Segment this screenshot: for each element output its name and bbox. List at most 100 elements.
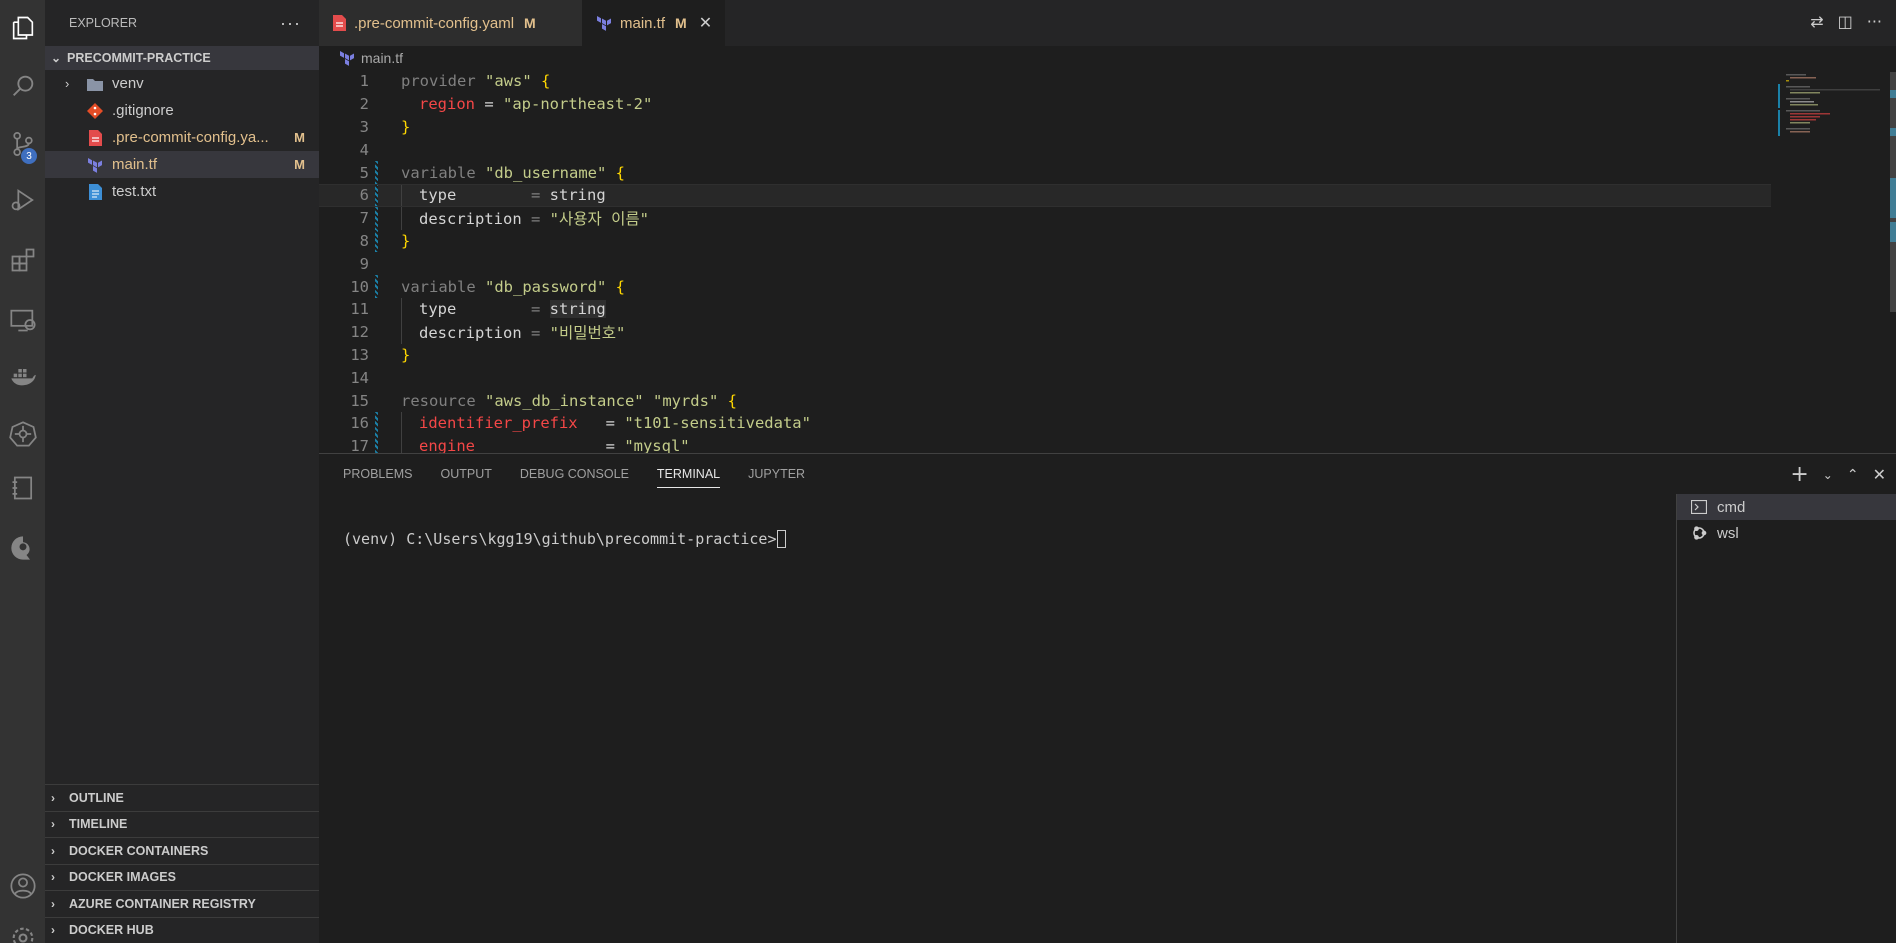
- tab-main-tf[interactable]: main.tf M ✕: [582, 0, 725, 46]
- more-actions-icon[interactable]: ···: [1867, 12, 1882, 31]
- line-number: 4: [359, 140, 369, 159]
- code-line: 13 }: [319, 344, 1769, 367]
- settings-gear-icon[interactable]: [0, 918, 45, 943]
- terminal-item-wsl[interactable]: wsl: [1677, 520, 1896, 546]
- code-line: 17 engine = "mysql": [319, 434, 1769, 453]
- indent-guide: [401, 185, 402, 206]
- explorer-icon[interactable]: [0, 8, 45, 48]
- section-outline[interactable]: › OUTLINE: [45, 784, 319, 811]
- line-number: 14: [350, 368, 369, 387]
- section-docker-hub[interactable]: › DOCKER HUB: [45, 916, 319, 943]
- breadcrumb-file: main.tf: [361, 50, 404, 66]
- bottom-panel: PROBLEMS OUTPUT DEBUG CONSOLE TERMINAL J…: [319, 453, 1896, 943]
- chevron-right-icon: ›: [51, 843, 55, 858]
- open-changes-icon[interactable]: ⇄: [1810, 12, 1823, 31]
- breadcrumb[interactable]: main.tf: [319, 46, 1896, 70]
- string: "myrds": [652, 391, 719, 410]
- tab-jupyter[interactable]: JUPYTER: [748, 454, 805, 494]
- tab-problems[interactable]: PROBLEMS: [343, 454, 412, 494]
- tree-item-test-txt[interactable]: test.txt: [45, 178, 319, 205]
- code-line: 4: [319, 138, 1769, 161]
- tab-debug-console[interactable]: DEBUG CONSOLE: [520, 454, 629, 494]
- tree-item-venv[interactable]: › venv: [45, 70, 319, 97]
- maximize-panel-icon[interactable]: ⌃: [1847, 467, 1859, 483]
- type-value: string: [549, 186, 606, 205]
- panel-actions: + ⌄ ⌃ ✕: [1790, 462, 1886, 487]
- string: "비밀번호": [549, 324, 626, 343]
- tree-item-pre-commit-config[interactable]: .pre-commit-config.ya... M: [45, 124, 319, 151]
- terminal-output[interactable]: (venv) C:\Users\kgg19\github\precommit-p…: [343, 530, 787, 548]
- tab-output[interactable]: OUTPUT: [440, 454, 491, 494]
- string: "mysql": [624, 437, 690, 453]
- extensions-icon[interactable]: [0, 240, 45, 280]
- git-change-marker: [375, 161, 378, 184]
- terminal-list: cmd wsl: [1676, 494, 1896, 943]
- close-panel-icon[interactable]: ✕: [1873, 465, 1886, 484]
- line-number: 11: [350, 300, 369, 319]
- terraform-icon: [87, 157, 103, 173]
- split-editor-icon[interactable]: ◫: [1838, 12, 1853, 31]
- scm-badge: 3: [21, 148, 37, 164]
- sidebar-sections: › OUTLINE › TIMELINE › DOCKER CONTAINERS › D…: [45, 784, 319, 943]
- string: "aws": [485, 72, 532, 91]
- docker-icon[interactable]: [0, 356, 45, 396]
- tree-item-gitignore[interactable]: .gitignore: [45, 97, 319, 124]
- attribute: description: [419, 210, 522, 229]
- indent-guide: [401, 298, 402, 321]
- kubernetes-icon[interactable]: [0, 414, 45, 454]
- tree-item-label: .pre-commit-config.ya...: [112, 129, 269, 146]
- string: "ap-northeast-2": [503, 95, 653, 114]
- line-number: 6: [359, 186, 369, 205]
- chevron-right-icon: ›: [51, 923, 55, 938]
- brace: {: [531, 72, 551, 91]
- code-line: 2 region = "ap-northeast-2": [319, 93, 1769, 116]
- string: "db_password": [485, 277, 607, 296]
- section-docker-containers[interactable]: › DOCKER CONTAINERS: [45, 837, 319, 864]
- tab-terminal[interactable]: TERMINAL: [656, 454, 721, 494]
- code-editor[interactable]: 1 provider "aws" { 2 region = "ap-northe…: [319, 70, 1896, 453]
- line-number: 13: [350, 345, 369, 364]
- section-docker-images[interactable]: › DOCKER IMAGES: [45, 863, 319, 890]
- string: "사용자 이름": [549, 210, 649, 229]
- explorer-sidebar: EXPLORER ··· ⌄ PRECOMMIT-PRACTICE › venv…: [45, 0, 319, 943]
- chevron-right-icon: ›: [65, 76, 70, 91]
- tree-item-label: main.tf: [112, 156, 158, 173]
- section-timeline[interactable]: › TIMELINE: [45, 810, 319, 837]
- panel-tabs: PROBLEMS OUTPUT DEBUG CONSOLE TERMINAL J…: [343, 454, 833, 494]
- activity-bar: 3: [0, 0, 45, 943]
- run-debug-icon[interactable]: [0, 180, 45, 220]
- tree-item-main-tf[interactable]: main.tf M: [45, 151, 319, 178]
- tab-pre-commit-config[interactable]: .pre-commit-config.yaml M: [319, 0, 582, 46]
- code-line: 15 resource "aws_db_instance" "myrds" {: [319, 389, 1769, 412]
- section-label: OUTLINE: [69, 790, 124, 805]
- chevron-right-icon: ›: [51, 870, 55, 885]
- operator: =: [456, 186, 550, 205]
- section-label: DOCKER IMAGES: [69, 870, 176, 885]
- search-icon[interactable]: [0, 66, 45, 106]
- terminal-item-cmd[interactable]: cmd: [1677, 494, 1896, 520]
- brace: {: [718, 391, 737, 410]
- brace: }: [401, 345, 411, 364]
- source-control-icon[interactable]: 3: [0, 124, 45, 164]
- git-change-marker: [375, 275, 378, 298]
- code-line: 9: [319, 252, 1769, 275]
- notebook-icon[interactable]: [0, 468, 45, 508]
- yaml-file-icon: [87, 129, 103, 146]
- git-file-icon: [87, 102, 103, 119]
- workspace-folder[interactable]: ⌄ PRECOMMIT-PRACTICE: [45, 46, 319, 70]
- more-actions-icon[interactable]: ···: [280, 13, 301, 34]
- editor-tabs: .pre-commit-config.yaml M main.tf M ✕ ⇄ …: [319, 0, 1896, 46]
- remote-explorer-icon[interactable]: [0, 300, 45, 340]
- account-icon[interactable]: [0, 866, 45, 906]
- chevron-down-icon[interactable]: ⌄: [1823, 468, 1833, 482]
- minimap[interactable]: [1776, 70, 1896, 453]
- brace: }: [401, 117, 411, 136]
- close-icon[interactable]: ✕: [699, 13, 712, 33]
- git-change-marker: [375, 206, 378, 230]
- operator: =: [521, 324, 550, 343]
- operator: =: [475, 95, 503, 114]
- new-terminal-icon[interactable]: +: [1790, 462, 1808, 487]
- line-number: 16: [350, 414, 369, 433]
- section-azure-container-registry[interactable]: › AZURE CONTAINER REGISTRY: [45, 890, 319, 917]
- extension-q-icon[interactable]: [0, 528, 45, 568]
